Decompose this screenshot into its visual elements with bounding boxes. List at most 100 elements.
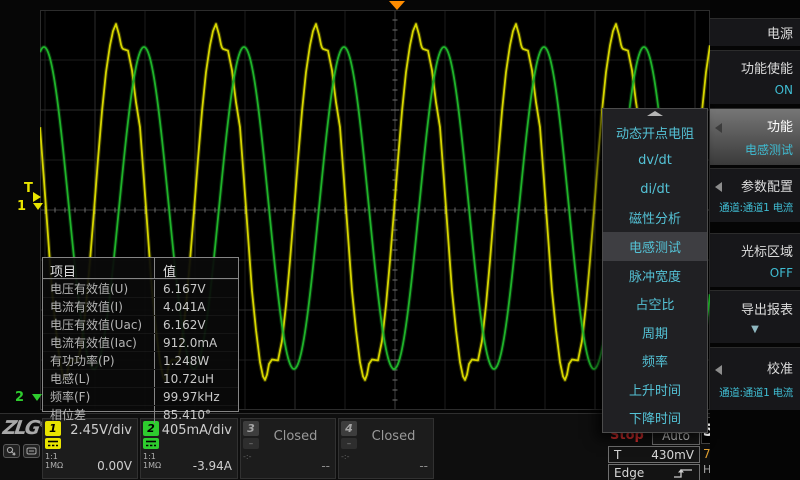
row-label: 电流有效值(I) bbox=[43, 298, 155, 315]
row-label: 有功功率(P) bbox=[43, 352, 155, 369]
ch2-marker-label: 2 bbox=[15, 390, 24, 405]
menu-item-rise-time[interactable]: 上升时间 bbox=[603, 375, 707, 404]
row-label: 相位差 bbox=[43, 406, 155, 423]
channel2-offset: -3.94A bbox=[193, 459, 232, 473]
table-row: 电流有效值(Iac)912.0mA bbox=[43, 333, 238, 351]
button-label: 光标区域 bbox=[741, 241, 793, 260]
table-row: 电压有效值(Uac)6.162V bbox=[43, 315, 238, 333]
menu-item-period[interactable]: 周期 bbox=[603, 318, 707, 347]
chevron-left-icon bbox=[715, 365, 722, 375]
menu-item-dynamic-resistance[interactable]: 动态开点电阻 bbox=[603, 118, 707, 147]
coupling-off-icon: – bbox=[341, 438, 357, 449]
channel2-badge: 2 bbox=[143, 421, 159, 436]
row-value: 4.041A bbox=[155, 298, 238, 315]
measurement-table: 项目 值 电压有效值(U)6.167V 电流有效值(I)4.041A 电压有效值… bbox=[42, 257, 239, 412]
sidebar-button-calibration[interactable]: 校准 通道:通道1 电流 bbox=[710, 347, 800, 410]
menu-item-dvdt[interactable]: dv/dt bbox=[603, 147, 707, 176]
sidebar-button-function[interactable]: 功能 电感测试 bbox=[710, 108, 800, 165]
ch1-offscreen-arrow-icon bbox=[33, 203, 43, 210]
oscilloscope-screen: T 1 2 项目 值 电压有效值(U)6.167V 电流有效值(I)4.041A… bbox=[0, 0, 800, 480]
trigger-level-value: 430mV bbox=[651, 448, 694, 462]
chevron-left-icon bbox=[715, 123, 722, 133]
menu-item-magnetic-analysis[interactable]: 磁性分析 bbox=[603, 204, 707, 233]
channel2-scale: 405mA/div bbox=[162, 423, 232, 438]
button-value: 通道:通道1 电流 bbox=[719, 200, 793, 215]
trigger-level-label: T bbox=[24, 181, 33, 196]
trigger-level-field[interactable]: T 430mV bbox=[608, 446, 700, 463]
button-value: 电感测试 bbox=[745, 141, 793, 158]
channel3-block[interactable]: 3 – -:- Closed -- bbox=[240, 418, 336, 479]
input-impedance: 1MΩ bbox=[143, 461, 161, 470]
dc-coupling-icon bbox=[45, 438, 61, 449]
table-row: 电流有效值(I)4.041A bbox=[43, 297, 238, 315]
coupling-off-icon: – bbox=[243, 438, 259, 449]
trigger-level-marker[interactable]: T bbox=[24, 182, 33, 195]
button-label: 功能 bbox=[767, 116, 793, 135]
channel4-badge: 4 bbox=[341, 421, 357, 436]
menu-item-inductance-test[interactable]: 电感测试 bbox=[603, 232, 707, 261]
button-value: 通道:通道1 电流 bbox=[719, 385, 793, 400]
menu-item-pulse-width[interactable]: 脉冲宽度 bbox=[603, 261, 707, 290]
channel2-block[interactable]: 2 1:1 1MΩ 405mA/div -3.94A bbox=[140, 418, 238, 479]
button-label: 校准 bbox=[767, 358, 793, 377]
table-row: 电压有效值(U)6.167V bbox=[43, 279, 238, 297]
button-label: 电源 bbox=[767, 23, 793, 42]
function-dropdown-menu: 动态开点电阻 dv/dt di/dt 磁性分析 电感测试 脉冲宽度 占空比 周期… bbox=[602, 108, 708, 433]
button-label: 导出报表 bbox=[741, 299, 793, 318]
button-value: ON bbox=[775, 83, 793, 97]
channel3-badge: 3 bbox=[243, 421, 259, 436]
table-row: 电感(L)10.72uH bbox=[43, 369, 238, 387]
menu-item-duty-cycle[interactable]: 占空比 bbox=[603, 289, 707, 318]
channel1-badge: 1 bbox=[45, 421, 61, 436]
menu-scroll-up[interactable] bbox=[603, 109, 707, 118]
ch2-reference-marker[interactable]: 2 bbox=[15, 391, 42, 404]
ch1-marker-label: 1 bbox=[17, 199, 26, 214]
channel3-state: Closed bbox=[274, 429, 318, 444]
measurement-table-header: 项目 值 bbox=[43, 258, 238, 279]
sidebar: 电源 功能使能 ON 功能 电感测试 参数配置 通道:通道1 电流 光标区域 O… bbox=[710, 0, 800, 480]
row-value: 85.410° bbox=[155, 406, 238, 423]
row-label: 电压有效值(U) bbox=[43, 280, 155, 297]
button-value: OFF bbox=[770, 266, 793, 280]
trigger-status-block: Stop Auto T 430mV Edge bbox=[608, 426, 700, 480]
sidebar-button-parameter-config[interactable]: 参数配置 通道:通道1 电流 bbox=[710, 168, 800, 222]
row-value: 10.72uH bbox=[155, 370, 238, 387]
dc-coupling-icon bbox=[143, 438, 159, 449]
dropdown-arrow-icon: ▼ bbox=[751, 324, 759, 335]
sidebar-button-cursor-area[interactable]: 光标区域 OFF bbox=[710, 233, 800, 287]
menu-item-didt[interactable]: di/dt bbox=[603, 175, 707, 204]
row-value: 1.248W bbox=[155, 352, 238, 369]
channel3-offset: -- bbox=[321, 459, 330, 473]
button-label: 功能使能 bbox=[741, 58, 793, 77]
sidebar-button-power[interactable]: 电源 bbox=[710, 18, 800, 46]
channel1-scale: 2.45V/div bbox=[70, 423, 132, 438]
trigger-type-field[interactable]: Edge bbox=[608, 464, 700, 480]
row-value: 6.162V bbox=[155, 316, 238, 333]
row-label: 电压有效值(Uac) bbox=[43, 316, 155, 333]
channel4-block[interactable]: 4 – -:- Closed -- bbox=[338, 418, 434, 479]
probe-ratio: 1:1 bbox=[45, 452, 58, 461]
menu-item-fall-time[interactable]: 下降时间 bbox=[603, 403, 707, 432]
channel1-offset: 0.00V bbox=[97, 459, 132, 473]
channel1-block[interactable]: 1 1:1 1MΩ 2.45V/div 0.00V bbox=[42, 418, 138, 479]
touch-mode-icon[interactable] bbox=[3, 444, 20, 458]
trigger-type-label: Edge bbox=[614, 466, 644, 480]
sidebar-button-function-enable[interactable]: 功能使能 ON bbox=[710, 50, 800, 104]
header-value: 值 bbox=[155, 258, 238, 278]
chevron-left-icon bbox=[715, 182, 722, 192]
row-value: 912.0mA bbox=[155, 334, 238, 351]
logo-area: ZLG® bbox=[3, 417, 41, 458]
channel4-state: Closed bbox=[372, 429, 416, 444]
scroll-up-icon bbox=[647, 111, 663, 116]
button-mode-icon[interactable] bbox=[23, 444, 40, 458]
trigger-position-marker[interactable] bbox=[389, 1, 405, 10]
ch1-reference-marker[interactable]: 1 bbox=[17, 200, 43, 213]
table-row: 相位差85.410° bbox=[43, 405, 238, 423]
menu-item-frequency[interactable]: 频率 bbox=[603, 346, 707, 375]
channel4-offset: -- bbox=[419, 459, 428, 473]
row-label: 电流有效值(Iac) bbox=[43, 334, 155, 351]
row-label: 电感(L) bbox=[43, 370, 155, 387]
probe-ratio: -:- bbox=[341, 452, 349, 461]
sidebar-button-export-report[interactable]: 导出报表 ▼ bbox=[710, 290, 800, 343]
row-label: 频率(F) bbox=[43, 388, 155, 405]
